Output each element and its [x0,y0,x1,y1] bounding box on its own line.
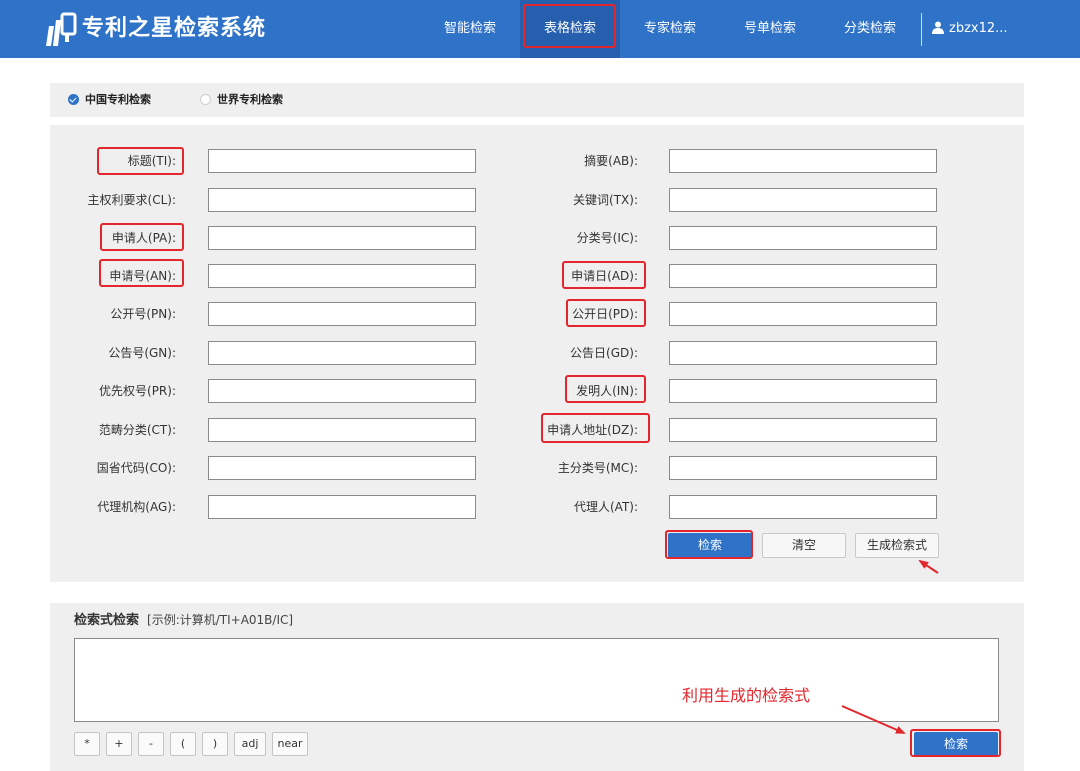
nav-number-search[interactable]: 号单检索 [736,0,804,58]
radio-checked-icon [68,94,79,105]
label-main-classification: 主分类号(MC): [557,461,638,475]
user-icon [932,21,944,34]
operator-close-paren-button[interactable]: ) [202,732,228,756]
highlight-publication-date-label [566,299,646,327]
label-classification-number: 分类号(IC): [576,231,638,245]
label-announcement-date: 公告日(GD): [570,346,638,360]
operator-near-button[interactable]: near [272,732,308,756]
keywords-input[interactable] [669,188,937,212]
expression-input[interactable] [74,638,999,722]
label-category: 范畴分类(CT): [98,423,176,437]
generate-expression-button[interactable]: 生成检索式 [855,533,939,558]
abstract-input[interactable] [669,149,937,173]
highlight-application-date-label [562,261,646,289]
main-claim-input[interactable] [208,188,476,212]
nav-classification-search[interactable]: 分类检索 [836,0,904,58]
label-agent: 代理人(AT): [573,500,638,514]
highlight-applicant-address-label [541,413,650,443]
application-date-input[interactable] [669,264,937,288]
priority-number-input[interactable] [208,379,476,403]
applicant-address-input[interactable] [669,418,937,442]
expression-search-button-highlight [910,729,1001,757]
expression-example: [示例:计算机/TI+A01B/IC] [147,613,294,627]
form-search-button-highlight [665,530,753,559]
highlight-inventor-label [565,375,646,403]
operator-adj-button[interactable]: adj [234,732,266,756]
label-agency: 代理机构(AG): [97,500,176,514]
nav-divider [921,13,922,46]
radio-label: 世界专利检索 [217,93,283,106]
inventor-input[interactable] [669,379,937,403]
main-classification-input[interactable] [669,456,937,480]
category-input[interactable] [208,418,476,442]
highlight-application-number-label [99,259,184,287]
radio-unchecked-icon [200,94,211,105]
label-announcement-number: 公告号(GN): [108,346,176,360]
user-menu[interactable]: zbzx12... [932,0,1008,58]
user-name: zbzx12... [949,21,1008,36]
operator-plus-button[interactable]: + [106,732,132,756]
scope-selector: 中国专利检索 世界专利检索 [50,83,1024,117]
agency-input[interactable] [208,495,476,519]
title-input[interactable] [208,149,476,173]
label-main-claim: 主权利要求(CL): [87,193,176,207]
operator-multiply-button[interactable]: * [74,732,100,756]
label-publication-number: 公开号(PN): [110,307,176,321]
publication-number-input[interactable] [208,302,476,326]
announcement-date-input[interactable] [669,341,937,365]
operator-minus-button[interactable]: - [138,732,164,756]
label-priority-number: 优先权号(PR): [99,384,176,398]
brand-title: 专利之星检索系统 [82,16,267,41]
region-code-input[interactable] [208,456,476,480]
expression-search-header: 检索式检索 [示例:计算机/TI+A01B/IC] [74,610,293,631]
clear-button[interactable]: 清空 [762,533,846,558]
application-number-input[interactable] [208,264,476,288]
highlight-title-label [97,147,184,175]
announcement-number-input[interactable] [208,341,476,365]
nav-expert-search[interactable]: 专家检索 [636,0,704,58]
nav-table-search-highlight [523,4,616,48]
applicant-input[interactable] [208,226,476,250]
radio-world-patent[interactable]: 世界专利检索 [200,83,283,117]
radio-label: 中国专利检索 [85,93,151,106]
expression-annotation: 利用生成的检索式 [682,686,811,705]
logo-icon [46,12,77,46]
label-region-code: 国省代码(CO): [96,461,176,475]
highlight-applicant-label [100,223,184,251]
publication-date-input[interactable] [669,302,937,326]
label-abstract: 摘要(AB): [584,154,638,168]
expression-search-title: 检索式检索 [74,613,140,628]
label-keywords: 关键词(TX): [573,193,638,207]
agent-input[interactable] [669,495,937,519]
radio-china-patent[interactable]: 中国专利检索 [68,83,151,117]
operator-open-paren-button[interactable]: ( [170,732,196,756]
nav-smart-search[interactable]: 智能检索 [436,0,504,58]
classification-number-input[interactable] [669,226,937,250]
